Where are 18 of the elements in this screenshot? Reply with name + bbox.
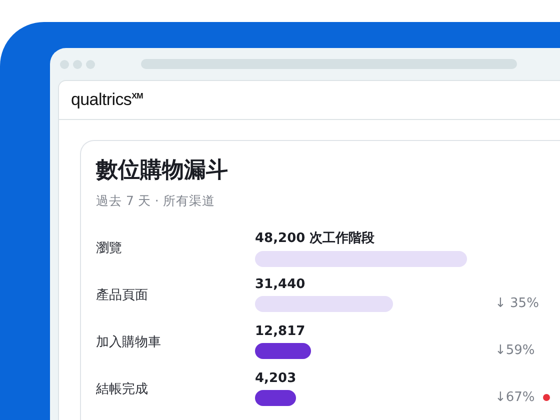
- card-title: 數位購物漏斗: [96, 157, 229, 185]
- step-value: 4,203: [255, 371, 298, 386]
- step-label: 產品頁面: [96, 286, 149, 304]
- card-subtitle: 過去 7 天 · 所有渠道: [96, 193, 216, 210]
- step-value: 48,200 次工作階段: [255, 230, 376, 246]
- step-label: 瀏覽: [96, 240, 123, 256]
- window-dot-icon: [60, 60, 69, 68]
- step-label: 加入購物車: [96, 334, 162, 350]
- step-value: 31,440: [255, 277, 306, 292]
- address-bar[interactable]: [141, 59, 517, 69]
- drop-rate: ↓ 35%: [495, 296, 539, 311]
- step-value: 12,817: [255, 324, 306, 339]
- step-label: 結帳完成: [96, 380, 149, 398]
- window-dot-icon: [73, 60, 82, 68]
- brand-logo: qualtrics$^{XM}$: [71, 90, 144, 110]
- drop-rate: ↓67%: [495, 390, 535, 405]
- window-dot-icon: [86, 60, 95, 68]
- drop-rate: ↓59%: [495, 343, 535, 358]
